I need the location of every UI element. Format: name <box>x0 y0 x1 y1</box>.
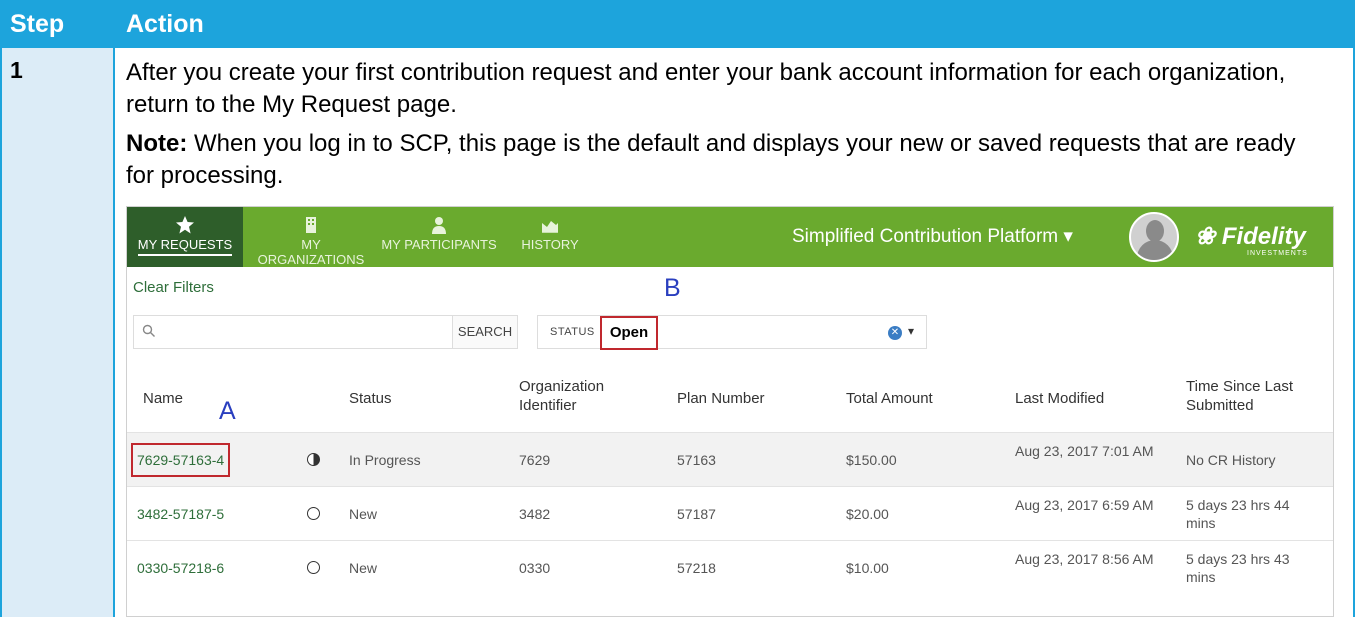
nav-my-organizations[interactable]: MY ORGANIZATIONS <box>249 207 373 267</box>
table-border <box>0 48 2 617</box>
empty-circle-icon <box>307 507 320 520</box>
nav-my-requests[interactable]: MY REQUESTS <box>127 207 243 267</box>
status-filter-chip[interactable]: Open <box>600 316 658 350</box>
last-modified-cell: Aug 23, 2017 7:01 AM <box>1015 443 1154 459</box>
column-header-status[interactable]: Status <box>349 389 392 408</box>
star-icon <box>176 216 194 234</box>
plan-number-cell: 57187 <box>677 506 716 522</box>
brand-subtitle: INVESTMENTS <box>1247 250 1308 257</box>
annotation-a: A <box>219 397 236 425</box>
request-name-link[interactable]: 7629-57163-4 <box>131 443 231 477</box>
chevron-down-icon: ▾ <box>1063 226 1073 247</box>
column-header-last-modified[interactable]: Last Modified <box>1015 389 1104 408</box>
request-name-link[interactable]: 3482-57187-5 <box>137 505 224 523</box>
org-id-cell: 7629 <box>519 452 551 468</box>
total-amount-cell: $10.00 <box>846 560 889 576</box>
top-nav-bar: MY REQUESTS MY ORGANIZATIONS MY PARTICIP… <box>127 207 1333 267</box>
column-header-time-since[interactable]: Time Since Last Submitted <box>1186 377 1296 415</box>
status-filter-label: STATUS <box>550 326 595 338</box>
nav-label: MY REQUESTS <box>137 237 233 256</box>
status-cell: In Progress <box>349 452 421 468</box>
org-id-cell: 3482 <box>519 506 551 522</box>
note-text: When you log in to SCP, this page is the… <box>126 130 1296 189</box>
plan-number-cell: 57163 <box>677 452 716 468</box>
column-header-org-id[interactable]: Organization Identifier <box>519 377 629 415</box>
clear-icon[interactable]: ✕ <box>888 326 902 340</box>
request-name-link[interactable]: 0330-57218-6 <box>137 559 224 577</box>
nav-label: MY PARTICIPANTS <box>381 237 497 252</box>
clear-filters-link[interactable]: Clear Filters <box>133 279 214 296</box>
nav-history[interactable]: HISTORY <box>511 207 589 267</box>
platform-menu[interactable]: Simplified Contribution Platform ▾ <box>792 225 1073 248</box>
brand-name: Fidelity <box>1221 223 1306 250</box>
fidelity-logo: ❀ Fidelity <box>1195 223 1306 250</box>
building-icon <box>306 217 316 233</box>
step-column <box>0 48 114 617</box>
nav-my-participants[interactable]: MY PARTICIPANTS <box>381 207 497 267</box>
time-since-cell: 5 days 23 hrs 43 mins <box>1186 551 1290 585</box>
search-icon <box>142 324 155 337</box>
chart-icon <box>542 221 558 233</box>
action-header: Action <box>126 10 204 38</box>
table-row[interactable]: 0330-57218-6 New 0330 57218 $10.00 Aug 2… <box>127 540 1333 594</box>
status-cell: New <box>349 506 378 522</box>
org-id-cell: 0330 <box>519 560 551 576</box>
column-divider <box>113 48 115 617</box>
platform-title: Simplified Contribution Platform <box>792 226 1059 247</box>
table-row[interactable]: 3482-57187-5 New 3482 57187 $20.00 Aug 2… <box>127 486 1333 540</box>
step-number: 1 <box>10 57 23 83</box>
time-since-cell: No CR History <box>1186 452 1276 468</box>
half-circle-icon <box>307 453 320 466</box>
last-modified-cell: Aug 23, 2017 8:56 AM <box>1015 551 1154 567</box>
instruction-paragraph: After you create your first contribution… <box>126 59 1286 118</box>
column-header-total-amount[interactable]: Total Amount <box>846 389 933 408</box>
total-amount-cell: $20.00 <box>846 506 889 522</box>
note-paragraph: Note: When you log in to SCP, this page … <box>126 128 1326 192</box>
person-icon <box>432 217 446 234</box>
step-header: Step <box>10 10 65 38</box>
last-modified-cell: Aug 23, 2017 6:59 AM <box>1015 497 1154 513</box>
chevron-down-icon[interactable]: ▾ <box>908 324 914 338</box>
annotation-b: B <box>664 274 681 302</box>
procedure-table: Step Action 1 After you create your firs… <box>0 0 1355 617</box>
empty-circle-icon <box>307 561 320 574</box>
plan-number-cell: 57218 <box>677 560 716 576</box>
search-input[interactable] <box>133 315 453 349</box>
nav-label: MY ORGANIZATIONS <box>257 237 365 267</box>
table-row[interactable]: 7629-57163-4 In Progress 7629 57163 $150… <box>127 432 1333 486</box>
nav-label: HISTORY <box>521 237 579 252</box>
note-label: Note: <box>126 130 188 157</box>
status-filter[interactable]: STATUS Open ✕ ▾ <box>537 315 927 350</box>
status-cell: New <box>349 560 378 576</box>
avatar[interactable] <box>1129 212 1179 262</box>
app-screenshot: MY REQUESTS MY ORGANIZATIONS MY PARTICIP… <box>126 206 1334 617</box>
time-since-cell: 5 days 23 hrs 44 mins <box>1186 497 1290 531</box>
column-header-plan-number[interactable]: Plan Number <box>677 389 765 408</box>
column-header-name[interactable]: Name <box>143 389 183 408</box>
total-amount-cell: $150.00 <box>846 452 897 468</box>
search-button[interactable]: SEARCH <box>452 315 518 349</box>
table-header: Step Action <box>0 0 1355 48</box>
